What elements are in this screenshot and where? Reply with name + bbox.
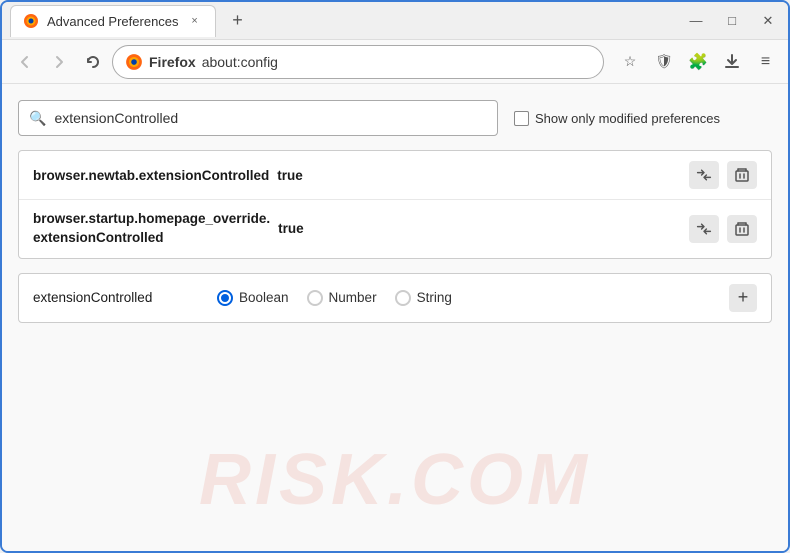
title-bar: Advanced Preferences × + — □ ✕ [2,2,788,40]
table-row: browser.startup.homepage_override. exten… [19,200,771,258]
show-modified-text: Show only modified preferences [535,111,720,126]
results-table: browser.newtab.extensionControlled true [18,150,772,259]
address-bar[interactable]: Firefox about:config [112,45,604,79]
pref-name-1: browser.newtab.extensionControlled [33,168,269,183]
downloads-icon-svg [724,54,740,70]
downloads-icon[interactable] [718,48,746,76]
browser-name-label: Firefox [149,54,196,70]
close-button[interactable]: ✕ [756,9,780,33]
maximize-button[interactable]: □ [720,9,744,33]
toggle-button-1[interactable] [689,161,719,189]
reload-button[interactable] [78,47,108,77]
forward-button[interactable] [44,47,74,77]
forward-icon [52,55,66,69]
number-radio[interactable] [307,290,323,306]
add-preference-button[interactable]: + [729,284,757,312]
search-input[interactable] [54,110,487,126]
new-pref-name: extensionControlled [33,290,193,305]
watermark: RISK.COM [199,439,591,521]
firefox-favicon-icon [23,13,39,29]
pref-value-1: true [277,168,681,183]
toggle-icon-1 [696,168,712,182]
row-1-actions [689,161,757,189]
pref-value-2: true [278,221,681,236]
tab-close-button[interactable]: × [187,13,203,29]
show-modified-label[interactable]: Show only modified preferences [514,111,720,126]
bookmark-icon[interactable]: ☆ [616,48,644,76]
search-row: 🔍 Show only modified preferences [18,100,772,136]
boolean-radio[interactable] [217,290,233,306]
shield-icon[interactable]: 🛡 [650,48,678,76]
toggle-icon-2 [696,222,712,236]
string-option[interactable]: String [395,290,452,306]
new-tab-button[interactable]: + [224,7,252,35]
browser-window: Advanced Preferences × + — □ ✕ [0,0,790,553]
string-label: String [417,290,452,305]
tab-title: Advanced Preferences [47,14,179,29]
back-button[interactable] [10,47,40,77]
add-preference-row: extensionControlled Boolean Number Strin… [18,273,772,323]
nav-icons: ☆ 🛡 🧩 ≡ [616,48,780,76]
delete-button-2[interactable] [727,215,757,243]
nav-bar: Firefox about:config ☆ 🛡 🧩 ≡ [2,40,788,84]
boolean-label: Boolean [239,290,289,305]
back-icon [18,55,32,69]
table-row: browser.newtab.extensionControlled true [19,151,771,200]
menu-button[interactable]: ≡ [752,48,780,76]
type-radio-group: Boolean Number String [217,290,705,306]
search-box[interactable]: 🔍 [18,100,498,136]
row-2-actions [689,215,757,243]
delete-icon-1 [735,167,749,183]
url-display: about:config [202,54,278,70]
minimize-button[interactable]: — [684,9,708,33]
firefox-logo-icon [125,53,143,71]
string-radio[interactable] [395,290,411,306]
extension-icon[interactable]: 🧩 [684,48,712,76]
delete-button-1[interactable] [727,161,757,189]
pref-name-2: browser.startup.homepage_override. exten… [33,210,270,248]
toggle-button-2[interactable] [689,215,719,243]
delete-icon-2 [735,221,749,237]
window-controls: — □ ✕ [684,9,780,33]
search-icon: 🔍 [29,110,46,127]
number-label: Number [329,290,377,305]
boolean-option[interactable]: Boolean [217,290,289,306]
reload-icon [86,55,100,69]
content-area: RISK.COM 🔍 Show only modified preference… [2,84,788,551]
browser-tab[interactable]: Advanced Preferences × [10,5,216,37]
number-option[interactable]: Number [307,290,377,306]
show-modified-checkbox[interactable] [514,111,529,126]
